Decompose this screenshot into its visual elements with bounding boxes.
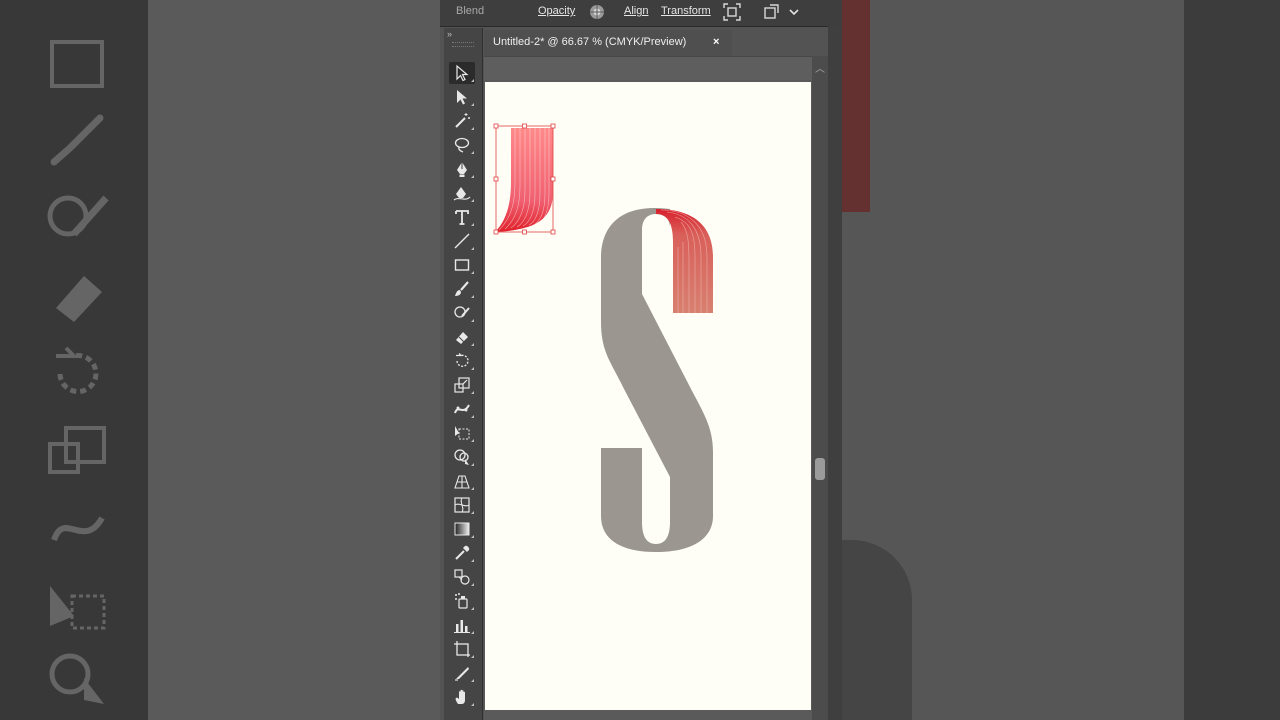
- document-tab[interactable]: Untitled-2* @ 66.67 % (CMYK/Preview): [484, 30, 732, 56]
- paintbrush-tool-icon[interactable]: [449, 278, 475, 300]
- window-right-border: [828, 26, 842, 720]
- pen-tool-icon[interactable]: [449, 158, 475, 180]
- canvas-area[interactable]: [484, 80, 812, 720]
- ghost-shape-builder-icon: [44, 648, 112, 708]
- ghost-rotate-icon: [44, 344, 112, 404]
- transform-link[interactable]: Transform: [661, 5, 711, 17]
- ghost-rectangle-icon: [44, 36, 112, 96]
- selection-handle-left: [493, 176, 499, 182]
- blend-label: Blend: [456, 5, 485, 17]
- artboard-tool-icon[interactable]: [449, 638, 475, 660]
- selection-tool-icon[interactable]: [449, 62, 475, 84]
- small-blend-object[interactable]: [495, 128, 553, 232]
- selection-handle-bottom-left: [493, 229, 499, 235]
- selection-handle-top-right: [550, 123, 556, 129]
- ghost-puppet-warp-icon: [44, 500, 112, 560]
- perspective-grid-tool-icon[interactable]: [449, 470, 475, 492]
- vertical-scrollbar[interactable]: ︿: [812, 56, 828, 720]
- mesh-tool-icon[interactable]: [449, 494, 475, 516]
- document-header-strip: [484, 56, 828, 81]
- close-tab-icon[interactable]: ×: [713, 36, 719, 48]
- background-ghost-shape: [842, 540, 912, 720]
- arrange-documents-icon[interactable]: [762, 3, 780, 21]
- chevron-up-icon[interactable]: ︿: [815, 60, 825, 75]
- opacity-link[interactable]: Opacity: [538, 5, 575, 17]
- shaper-tool-icon[interactable]: [449, 302, 475, 324]
- recolor-artwork-icon[interactable]: [588, 3, 606, 21]
- document-tab-title: Untitled-2* @ 66.67 % (CMYK/Preview): [493, 36, 687, 48]
- ghost-free-transform-icon: [44, 576, 112, 636]
- magic-wand-tool-icon[interactable]: [449, 110, 475, 132]
- direct-selection-tool-icon[interactable]: [449, 86, 475, 108]
- symbol-sprayer-tool-icon[interactable]: [449, 590, 475, 612]
- background-left-panel: [148, 0, 440, 720]
- align-link[interactable]: Align: [624, 5, 648, 17]
- eyedropper-tool-icon[interactable]: [449, 542, 475, 564]
- rotate-tool-icon[interactable]: [449, 350, 475, 372]
- blend-object[interactable]: [656, 209, 713, 313]
- rectangle-tool-icon[interactable]: [449, 254, 475, 276]
- ghost-shaper-icon: [44, 190, 112, 250]
- slice-tool-icon[interactable]: [449, 662, 475, 684]
- background-ghost-blend-strip: [842, 0, 870, 212]
- control-bar: Blend Opacity Align Transform: [440, 0, 842, 27]
- shape-builder-tool-icon[interactable]: [449, 446, 475, 468]
- background-right-strip: [1184, 0, 1280, 720]
- line-segment-tool-icon[interactable]: [449, 230, 475, 252]
- scale-tool-icon[interactable]: [449, 374, 475, 396]
- selection-handle-bottom-right: [550, 229, 556, 235]
- selection-handle-top: [522, 123, 527, 129]
- ghost-paintbrush-icon: [44, 110, 112, 170]
- eraser-tool-icon[interactable]: [449, 326, 475, 348]
- chevron-down-icon[interactable]: [788, 3, 800, 21]
- illustrator-window: Blend Opacity Align Transform » Untitled…: [440, 0, 842, 720]
- free-transform-tool-icon[interactable]: [449, 422, 475, 444]
- hand-tool-icon[interactable]: [449, 686, 475, 708]
- selection-handle-top-left: [493, 123, 499, 129]
- type-tool-icon[interactable]: [449, 206, 475, 228]
- scrollbar-thumb[interactable]: [815, 458, 825, 480]
- curvature-tool-icon[interactable]: [449, 182, 475, 204]
- isolate-selected-icon[interactable]: [723, 3, 741, 21]
- panel-grip[interactable]: [452, 42, 474, 47]
- selection-handle-bottom: [522, 229, 527, 235]
- ghost-eraser-icon: [44, 266, 112, 326]
- column-graph-tool-icon[interactable]: [449, 614, 475, 636]
- collapse-panel-icon[interactable]: »: [447, 29, 452, 39]
- blend-tool-icon[interactable]: [449, 566, 475, 588]
- gradient-tool-icon[interactable]: [449, 518, 475, 540]
- artboard[interactable]: [485, 82, 811, 710]
- tools-panel: »: [444, 28, 483, 720]
- selection-handle-right: [550, 176, 556, 182]
- lasso-tool-icon[interactable]: [449, 134, 475, 156]
- ghost-scale-icon: [44, 422, 112, 482]
- puppet-warp-tool-icon[interactable]: [449, 398, 475, 420]
